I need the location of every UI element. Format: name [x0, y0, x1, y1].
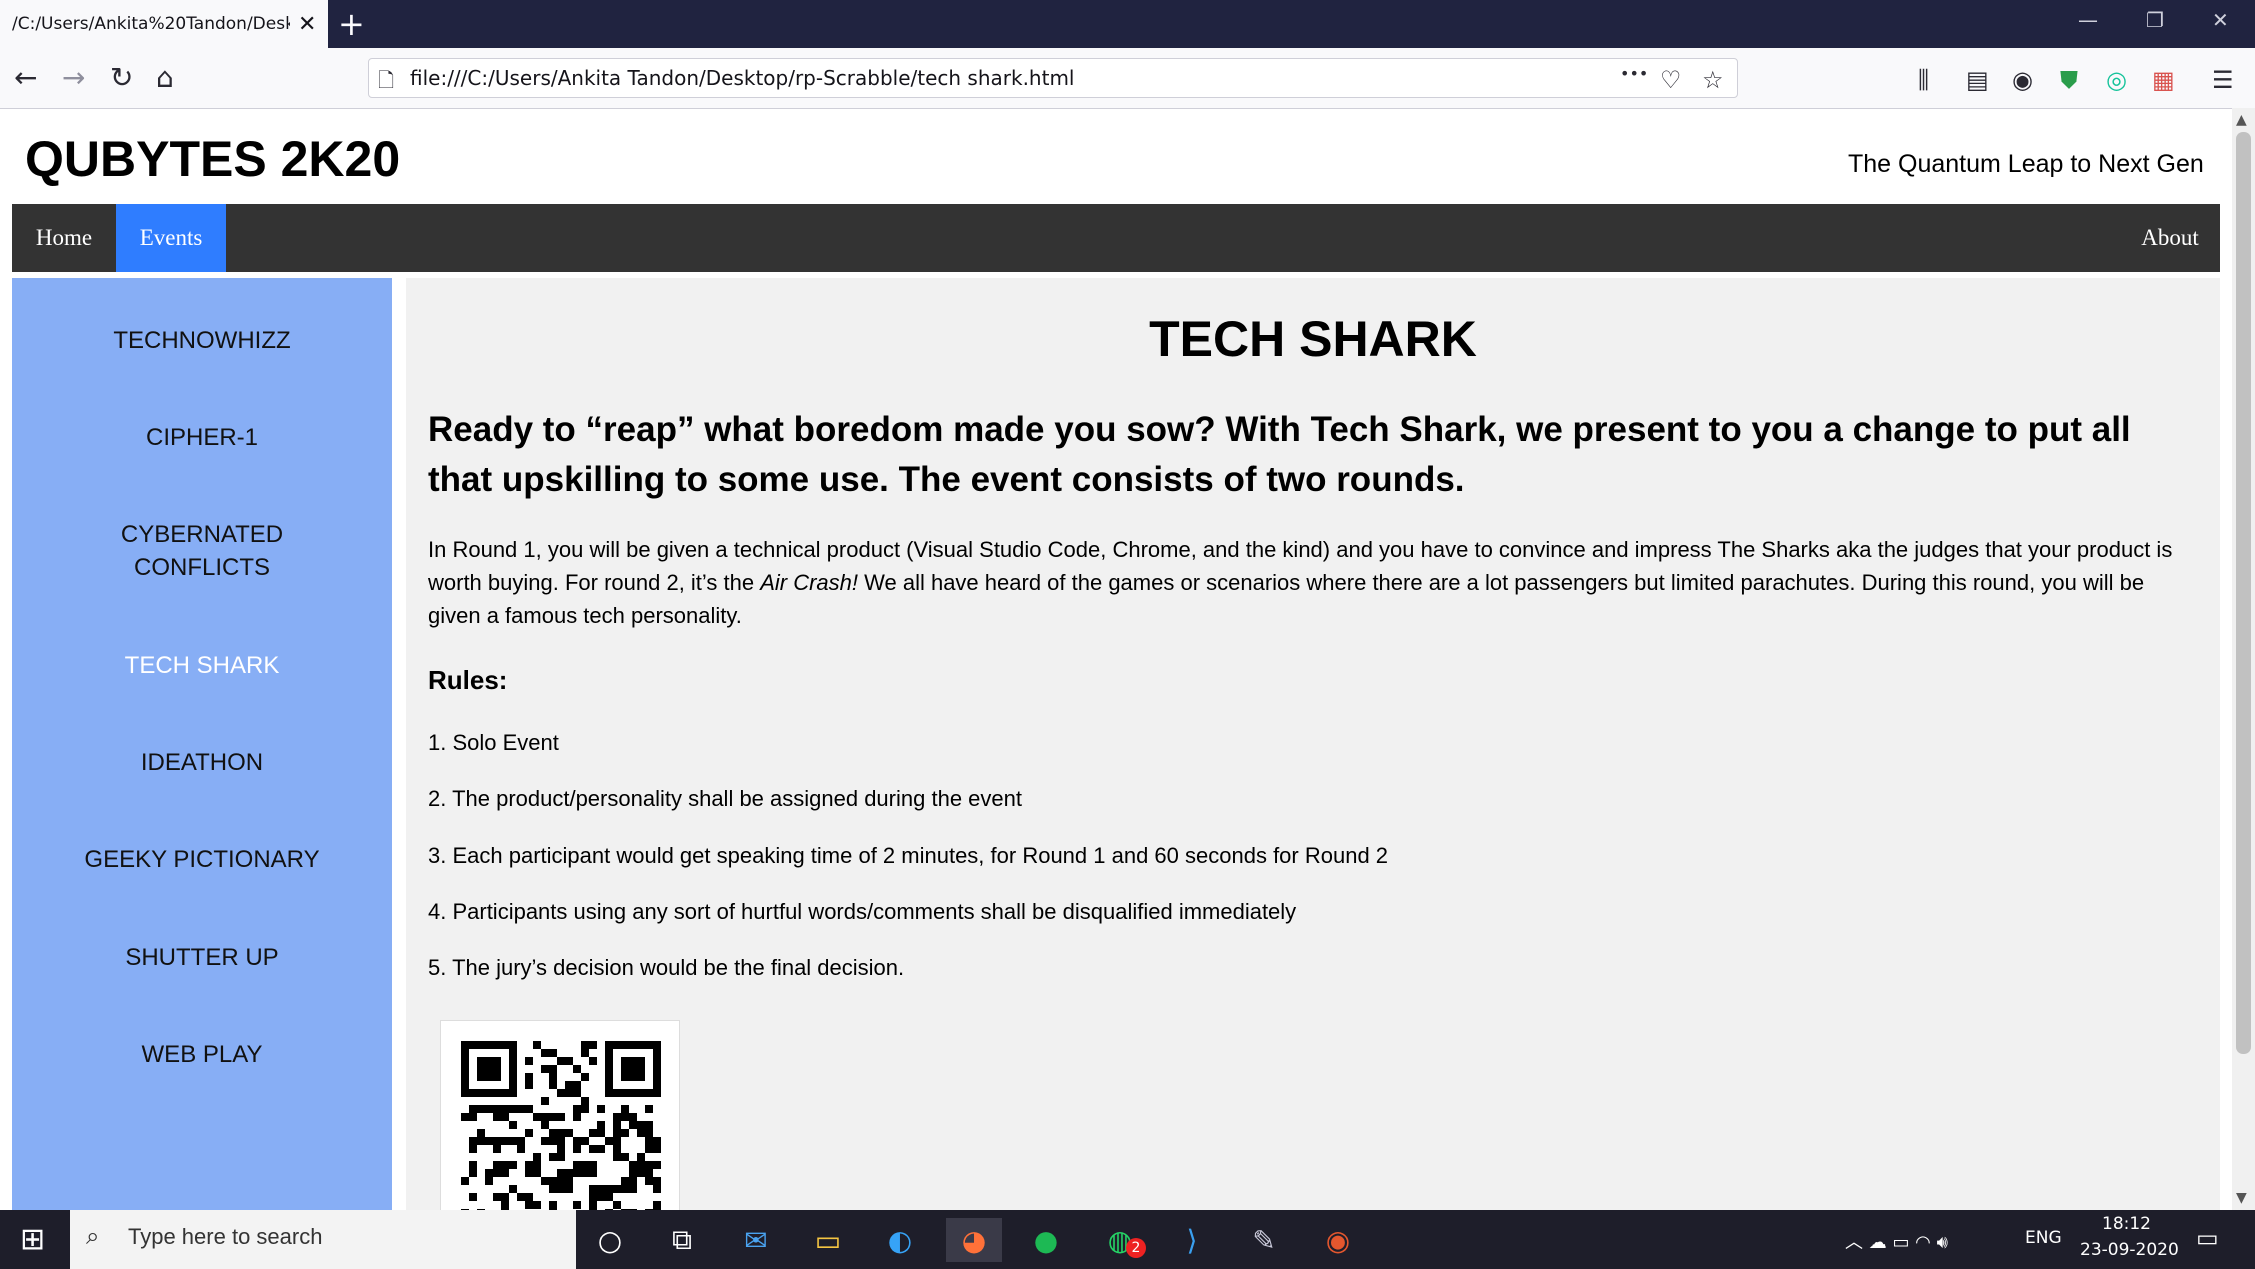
close-icon[interactable]: ✕	[298, 12, 316, 37]
sidebar-item-ideathon[interactable]: IDEATHON	[12, 746, 392, 779]
restore-icon[interactable]: ❐	[2146, 8, 2164, 32]
new-tab-icon[interactable]: +	[338, 6, 365, 42]
search-icon: ⌕	[86, 1222, 100, 1250]
library-icon[interactable]: ⫼	[1918, 64, 1929, 96]
mail-icon[interactable]: ✉	[728, 1218, 784, 1262]
vscode-icon[interactable]: ⟩	[1164, 1218, 1220, 1262]
rule-item: 1. Solo Event	[428, 730, 559, 755]
system-tray-icons[interactable]: ︿ ☁ ▭ ◠ 🔊︎	[1845, 1228, 1948, 1254]
shield-extension-icon[interactable]: ⛊	[2060, 64, 2078, 96]
minimize-icon[interactable]: —	[2078, 8, 2098, 32]
site-title: QUBYTES 2K20	[25, 131, 401, 187]
scrollbar-thumb[interactable]	[2236, 132, 2251, 1054]
event-title: TECH SHARK	[1149, 311, 1477, 367]
rule-item: 5. The jury’s decision would be the fina…	[428, 955, 905, 980]
forward-icon[interactable]: →	[62, 62, 85, 94]
home-icon[interactable]: ⌂	[156, 62, 174, 94]
colorful-extension-icon[interactable]: ▦	[2152, 64, 2175, 96]
firefox-icon[interactable]: ◕	[946, 1218, 1002, 1262]
scroll-up-icon[interactable]: ▲	[2236, 112, 2247, 128]
back-icon[interactable]: ←	[14, 62, 37, 94]
powerpoint-icon[interactable]: ◉	[1310, 1218, 1366, 1262]
rule-item: 4. Participants using any sort of hurtfu…	[428, 899, 1297, 924]
sidebar-item-cipher-1[interactable]: CIPHER-1	[12, 421, 392, 454]
browser-tab[interactable]: /C:/Users/Ankita%20Tandon/Desktop/ ✕	[0, 0, 328, 48]
site-tagline: The Quantum Leap to Next Gen	[1848, 150, 2204, 178]
task-view-icon[interactable]: ⧉	[654, 1218, 710, 1262]
page-icon: 🗋	[378, 68, 395, 92]
clock-date[interactable]: 23-09-2020	[2080, 1240, 2179, 1260]
air-crash-text: Air Crash!	[760, 570, 859, 595]
language-indicator[interactable]: ENG	[2025, 1228, 2062, 1248]
event-lead: Ready to “reap” what boredom made you so…	[428, 410, 2131, 499]
notification-icon[interactable]: ▭	[2196, 1224, 2219, 1252]
menu-icon[interactable]: ☰	[2212, 64, 2234, 96]
clock-time[interactable]: 18:12	[2102, 1214, 2151, 1234]
bookmark-star-icon[interactable]: ☆	[1702, 64, 1724, 96]
window-close-icon[interactable]: ✕	[2212, 8, 2229, 32]
nav-about[interactable]: About	[2120, 204, 2220, 272]
pocket-icon[interactable]: ♡	[1660, 64, 1682, 96]
paint-icon[interactable]: ✎	[1236, 1218, 1292, 1262]
grammarly-icon[interactable]: ◎	[2106, 64, 2127, 96]
spotify-icon[interactable]: ●	[1018, 1218, 1074, 1262]
whatsapp-badge: 2	[1126, 1238, 1146, 1258]
edge-icon[interactable]: ◐	[872, 1218, 928, 1262]
file-explorer-icon[interactable]: ▭	[800, 1218, 856, 1262]
sidebar-icon[interactable]: ▤	[1966, 64, 1989, 96]
sidebar-item-cybernated-conflicts[interactable]: CYBERNATED CONFLICTS	[112, 518, 292, 584]
url-text[interactable]: file:///C:/Users/Ankita Tandon/Desktop/r…	[410, 66, 1075, 90]
sidebar-item-geeky-pictionary[interactable]: GEEKY PICTIONARY	[12, 843, 392, 876]
tab-title: /C:/Users/Ankita%20Tandon/Desktop/	[12, 14, 290, 34]
taskbar-search-input[interactable]: Type here to search	[128, 1224, 322, 1250]
rules-heading: Rules:	[428, 665, 508, 695]
qr-code-image	[461, 1041, 661, 1211]
nav-home[interactable]: Home	[12, 204, 116, 272]
windows-start-icon[interactable]: ⊞	[20, 1222, 45, 1257]
sidebar-item-web-play[interactable]: WEB PLAY	[12, 1038, 392, 1071]
scroll-down-icon[interactable]: ▼	[2236, 1190, 2247, 1206]
rule-item: 3. Each participant would get speaking t…	[428, 843, 1389, 868]
sidebar-item-tech-shark[interactable]: TECH SHARK	[12, 649, 392, 682]
qr-code-card	[440, 1020, 680, 1212]
reload-icon[interactable]: ↻	[110, 62, 133, 94]
sidebar-item-technowhizz[interactable]: TECHNOWHIZZ	[12, 324, 392, 357]
cortana-icon[interactable]: ○	[582, 1218, 638, 1262]
account-icon[interactable]: ◉	[2012, 64, 2033, 96]
event-description: In Round 1, you will be given a technica…	[428, 533, 2198, 632]
main-navbar	[12, 204, 2220, 272]
sidebar-item-shutter-up[interactable]: SHUTTER UP	[12, 941, 392, 974]
rule-item: 2. The product/personality shall be assi…	[428, 786, 1022, 811]
nav-events[interactable]: Events	[116, 204, 226, 272]
more-actions-icon[interactable]: •••	[1620, 64, 1648, 83]
